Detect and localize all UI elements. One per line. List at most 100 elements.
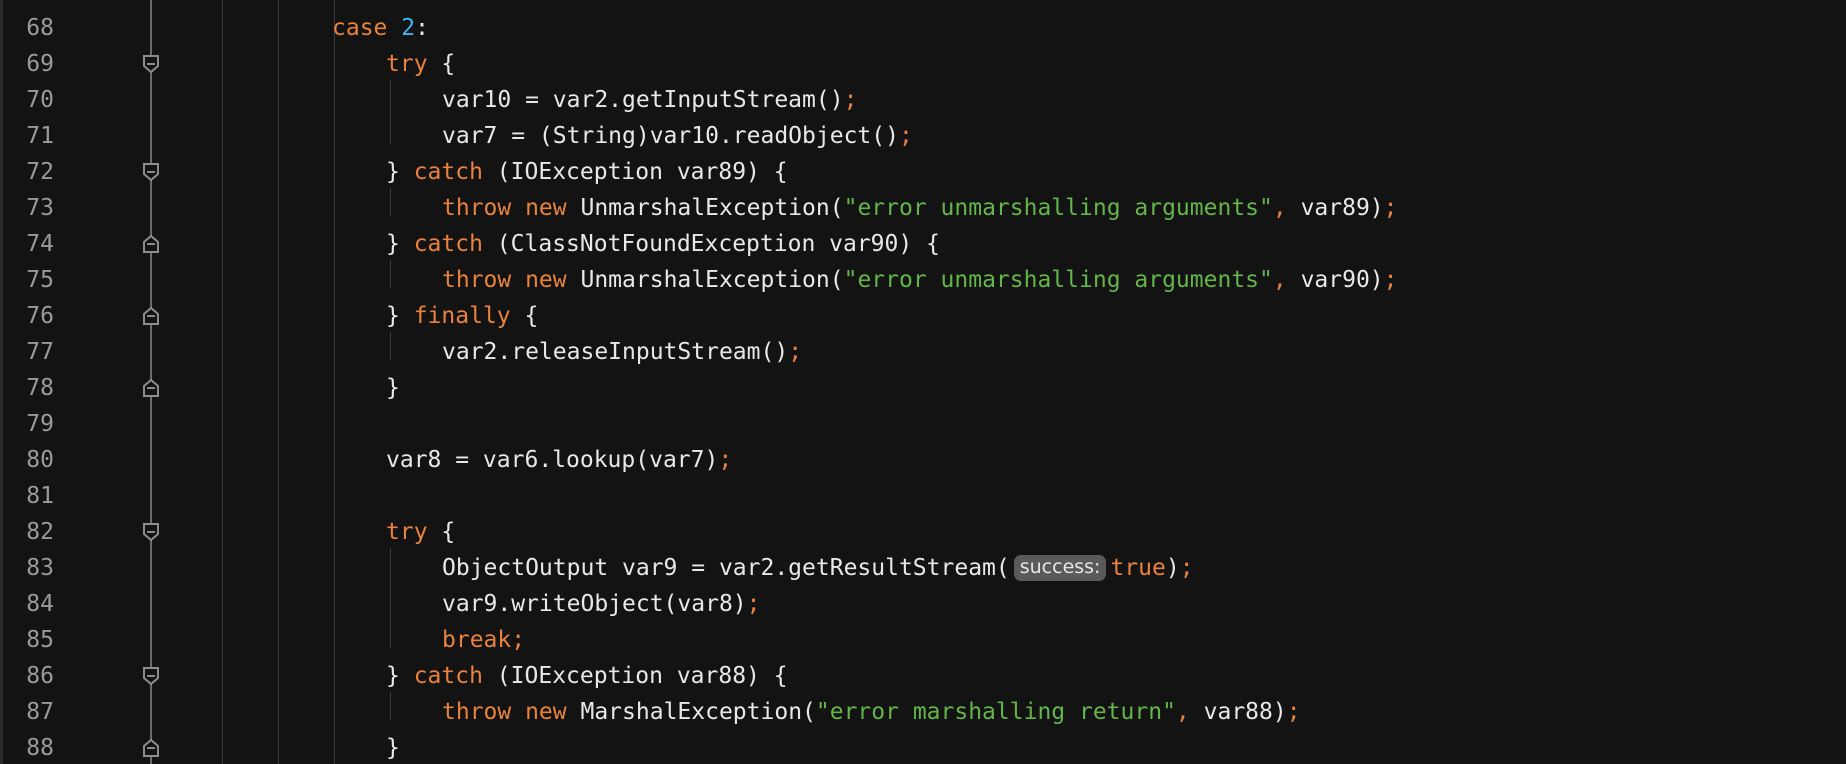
- line-number: 78: [26, 375, 54, 401]
- line-number: 68: [26, 15, 54, 41]
- code-token: throw new: [442, 195, 581, 221]
- code-token: }: [386, 303, 414, 329]
- code-token: UnmarshalException(: [580, 267, 844, 293]
- code-token: {: [510, 303, 539, 329]
- code-token: var9.writeObject(var8): [442, 591, 747, 617]
- code-text: var10 = var2.getInputStream();: [442, 82, 857, 118]
- line-number: 88: [26, 735, 54, 761]
- line-number: 69: [26, 51, 54, 77]
- line-number: 77: [26, 339, 54, 365]
- fold-collapse-icon[interactable]: [142, 54, 160, 74]
- code-line[interactable]: 81: [0, 478, 1846, 514]
- fold-collapse-icon[interactable]: [142, 666, 160, 686]
- line-number: 79: [26, 411, 54, 437]
- code-text: var7 = (String)var10.readObject();: [442, 118, 913, 154]
- code-line[interactable]: 68 case 2:: [0, 10, 1846, 46]
- code-token: :: [415, 15, 429, 41]
- code-line[interactable]: 88}: [0, 730, 1846, 764]
- code-line[interactable]: 73 throw new UnmarshalException("error un…: [0, 190, 1846, 226]
- code-line[interactable]: 76} finally {: [0, 298, 1846, 334]
- line-number: 70: [26, 87, 54, 113]
- code-line[interactable]: 77 var2.releaseInputStream();: [0, 334, 1846, 370]
- code-line[interactable]: 70 var10 = var2.getInputStream();: [0, 82, 1846, 118]
- code-token: ,: [1272, 195, 1287, 221]
- code-token: (IOException var89) {: [482, 159, 788, 185]
- code-line[interactable]: 82 try {: [0, 514, 1846, 550]
- code-text: throw new UnmarshalException("error unma…: [442, 190, 1398, 226]
- code-line[interactable]: 87 throw new MarshalException("error mars…: [0, 694, 1846, 730]
- code-line[interactable]: 86 } catch (IOException var88) {: [0, 658, 1846, 694]
- code-token: ;: [1383, 267, 1398, 293]
- fold-collapse-icon[interactable]: [142, 162, 160, 182]
- code-line[interactable]: 85 break;: [0, 622, 1846, 658]
- parameter-hint: success:: [1013, 555, 1107, 581]
- code-token: {: [427, 519, 456, 545]
- code-token: throw new: [442, 267, 581, 293]
- code-line[interactable]: 79: [0, 406, 1846, 442]
- code-token: ;: [746, 591, 761, 617]
- code-text: } finally {: [386, 298, 538, 334]
- code-line[interactable]: 83 ObjectOutput var9 = var2.getResultStre…: [0, 550, 1846, 586]
- code-token: ): [1165, 555, 1180, 581]
- code-text: }: [386, 370, 400, 406]
- code-token: {: [427, 51, 456, 77]
- code-line[interactable]: 75 throw new UnmarshalException("error un…: [0, 262, 1846, 298]
- code-token: var90): [1286, 267, 1384, 293]
- code-text: throw new UnmarshalException("error unma…: [442, 262, 1398, 298]
- code-token: var88): [1189, 699, 1287, 725]
- code-text: try {: [386, 514, 455, 550]
- line-number: 87: [26, 699, 54, 725]
- code-line[interactable]: 74} catch (ClassNotFoundException var90)…: [0, 226, 1846, 262]
- code-token: var2.releaseInputStream(): [442, 339, 789, 365]
- code-line[interactable]: 84 var9.writeObject(var8);: [0, 586, 1846, 622]
- code-line[interactable]: 72} catch (IOException var89) {: [0, 154, 1846, 190]
- fold-end-icon[interactable]: [142, 738, 160, 758]
- code-line[interactable]: 78}: [0, 370, 1846, 406]
- line-number: 72: [26, 159, 54, 185]
- code-token: ObjectOutput var9 = var2.getResultStream…: [442, 555, 1010, 581]
- code-line[interactable]: 80 var8 = var6.lookup(var7);: [0, 442, 1846, 478]
- code-token: ;: [1383, 195, 1398, 221]
- code-token: MarshalException(: [580, 699, 816, 725]
- code-token: ;: [898, 123, 913, 149]
- code-token: }: [386, 663, 414, 689]
- code-token: ;: [843, 87, 858, 113]
- line-number: 82: [26, 519, 54, 545]
- code-editor[interactable]: 68 case 2: 69 try {70 var10 = var2.getInputS…: [0, 0, 1846, 764]
- code-text: var9.writeObject(var8);: [442, 586, 761, 622]
- code-token: (ClassNotFoundException var90) {: [482, 231, 940, 257]
- fold-end-icon[interactable]: [142, 234, 160, 254]
- code-token: "error unmarshalling arguments": [843, 267, 1273, 293]
- line-number: 74: [26, 231, 54, 257]
- code-token: throw new: [442, 699, 581, 725]
- code-line[interactable]: 69 try {: [0, 46, 1846, 82]
- code-token: ,: [1272, 267, 1287, 293]
- code-text: } catch (ClassNotFoundException var90) {: [386, 226, 940, 262]
- code-token: var89): [1286, 195, 1384, 221]
- code-token: ,: [1175, 699, 1190, 725]
- fold-end-icon[interactable]: [142, 306, 160, 326]
- code-token: catch: [413, 663, 483, 689]
- code-text: break;: [442, 622, 525, 658]
- code-token: ;: [788, 339, 803, 365]
- code-text: } catch (IOException var88) {: [386, 658, 788, 694]
- code-text: } catch (IOException var89) {: [386, 154, 788, 190]
- code-token: var8 = var6.lookup(var7): [386, 447, 719, 473]
- code-token: }: [386, 231, 414, 257]
- line-number: 73: [26, 195, 54, 221]
- code-text: var2.releaseInputStream();: [442, 334, 802, 370]
- code-token: case: [332, 15, 402, 41]
- code-token: catch: [413, 159, 483, 185]
- line-number: 83: [26, 555, 54, 581]
- fold-collapse-icon[interactable]: [142, 522, 160, 542]
- code-token: ;: [1179, 555, 1194, 581]
- code-token: UnmarshalException(: [580, 195, 844, 221]
- line-number: 85: [26, 627, 54, 653]
- line-number: 86: [26, 663, 54, 689]
- code-token: ;: [1286, 699, 1301, 725]
- code-token: }: [386, 159, 414, 185]
- fold-end-icon[interactable]: [142, 378, 160, 398]
- code-line[interactable]: 71 var7 = (String)var10.readObject();: [0, 118, 1846, 154]
- code-text: ObjectOutput var9 = var2.getResultStream…: [442, 550, 1194, 586]
- code-token: catch: [413, 231, 483, 257]
